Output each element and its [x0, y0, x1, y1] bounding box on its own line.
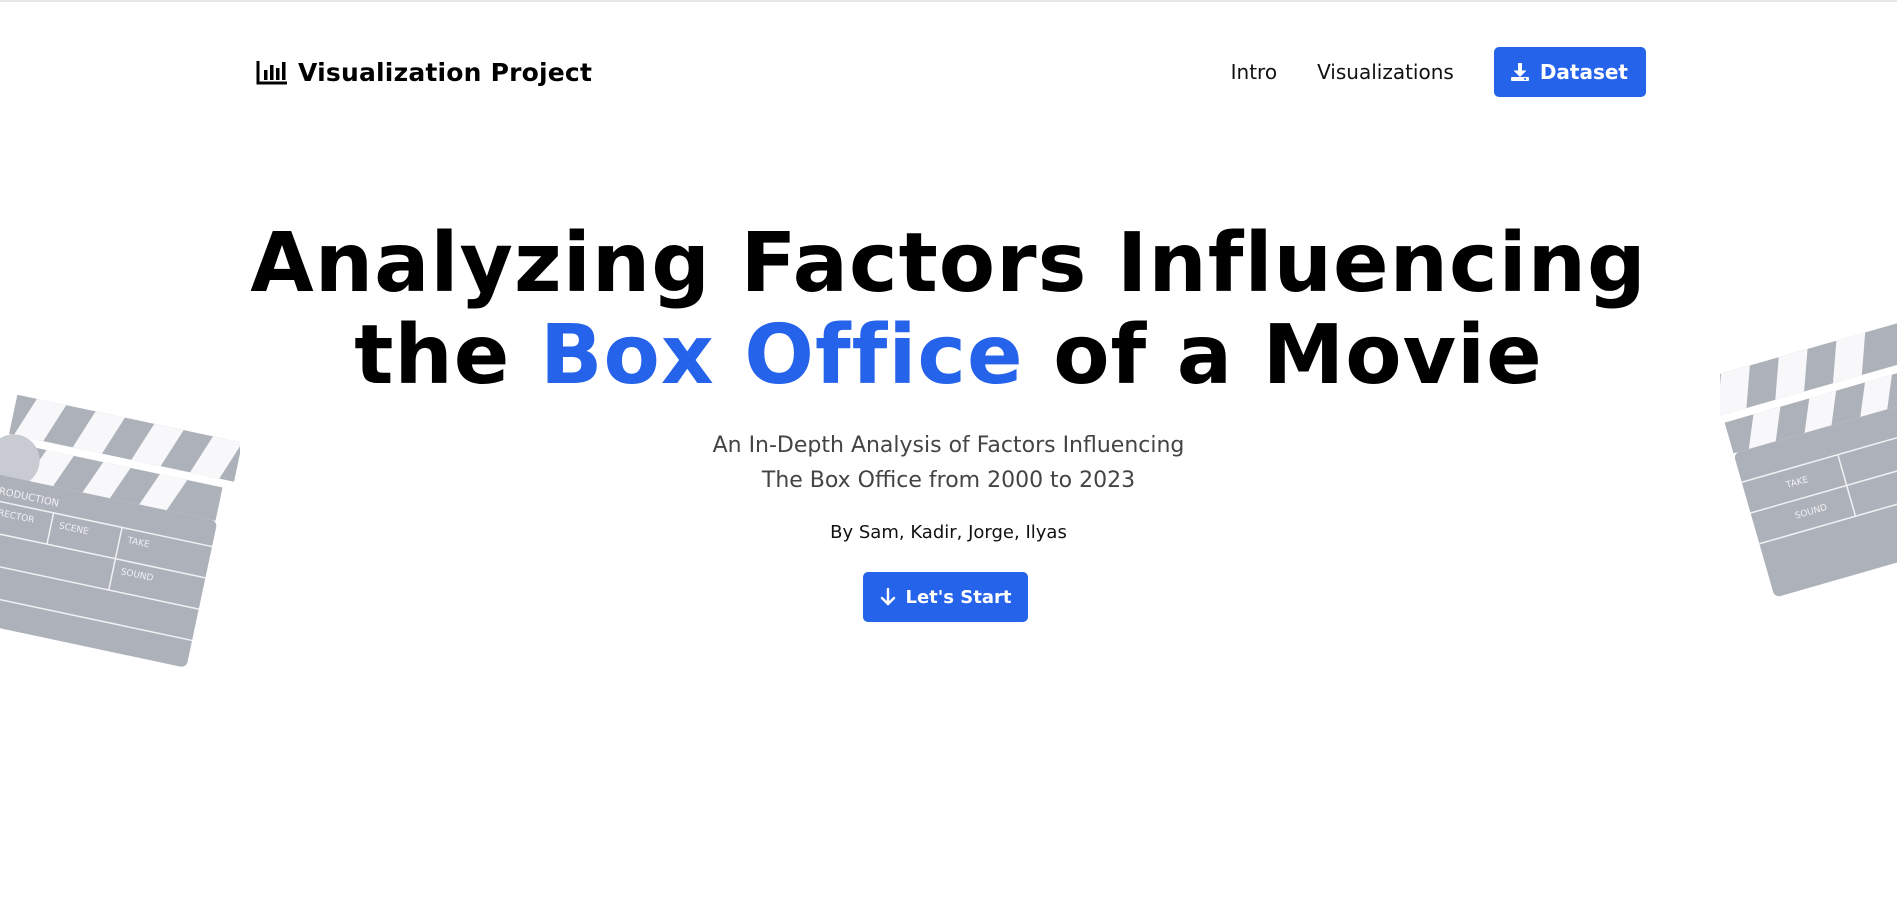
brand[interactable]: Visualization Project	[256, 58, 592, 87]
hero-title-accent: Box Office	[539, 308, 1024, 403]
arrow-down-icon	[880, 588, 895, 606]
top-nav: Visualization Project Intro Visualizatio…	[256, 47, 1646, 97]
lets-start-button[interactable]: Let's Start	[863, 572, 1028, 622]
hero-title-pre: the	[354, 308, 540, 403]
hero-subtitle-line2: The Box Office from 2000 to 2023	[761, 468, 1136, 493]
download-icon	[1510, 63, 1529, 81]
hero-subtitle: An In-Depth Analysis of Factors Influenc…	[0, 428, 1897, 498]
dataset-button-label: Dataset	[1539, 60, 1628, 84]
hero-title: Analyzing Factors Influencing the Box Of…	[0, 218, 1897, 402]
authors-byline: By Sam, Kadir, Jorge, Ilyas	[830, 522, 1067, 543]
nav-link-intro[interactable]: Intro	[1231, 60, 1277, 84]
lets-start-label: Let's Start	[905, 586, 1012, 608]
bar-chart-icon	[256, 61, 287, 85]
hero-title-line1: Analyzing Factors Influencing	[250, 216, 1647, 311]
top-border	[0, 0, 1897, 2]
hero-title-post: of a Movie	[1023, 308, 1543, 403]
brand-title: Visualization Project	[298, 57, 593, 87]
hero-subtitle-line1: An In-Depth Analysis of Factors Influenc…	[712, 433, 1185, 458]
nav-links: Intro Visualizations Dataset	[1231, 47, 1646, 97]
dataset-button[interactable]: Dataset	[1493, 47, 1646, 97]
page: Visualization Project Intro Visualizatio…	[0, 0, 1897, 911]
nav-link-visualizations[interactable]: Visualizations	[1317, 60, 1454, 84]
